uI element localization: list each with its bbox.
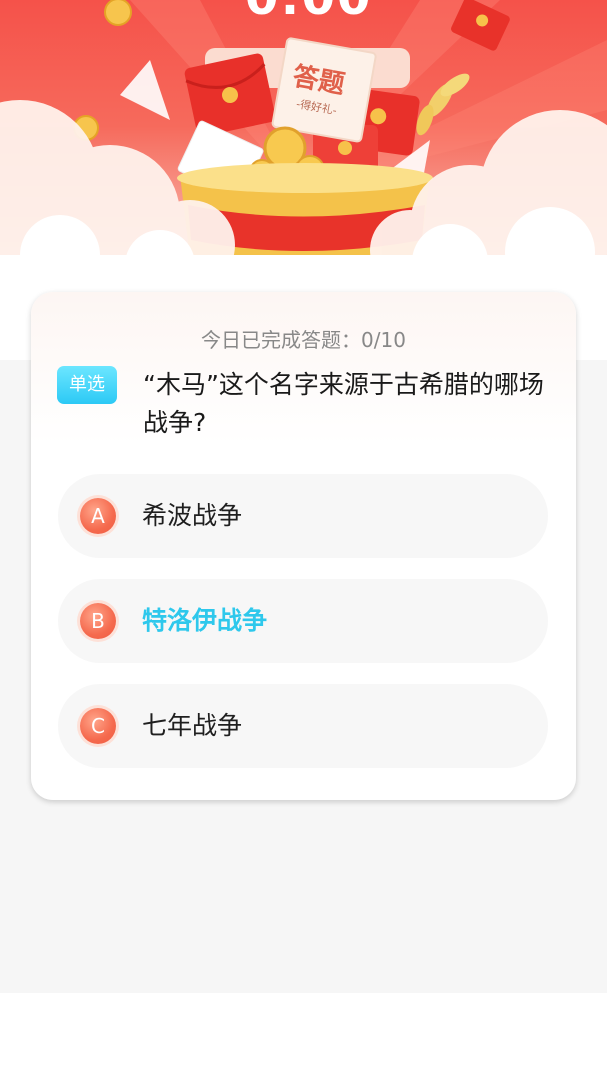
option-c[interactable]: C 七年战争	[58, 684, 548, 768]
option-c-text: 七年战争	[142, 711, 243, 740]
coin-icon	[104, 0, 132, 26]
question-card: 今日已完成答题：0/10 单选 “木马”这个名字来源于古希腊的哪场战争? A 希…	[31, 292, 576, 800]
option-a[interactable]: A 希波战争	[58, 474, 548, 558]
option-letter-c: C	[80, 708, 116, 744]
progress-text: 今日已完成答题：0/10	[201, 328, 406, 352]
option-a-text: 希波战争	[142, 501, 243, 530]
question-type-badge: 单选	[57, 366, 117, 404]
countdown-timer: 0:00	[245, 0, 372, 26]
option-b[interactable]: B 特洛伊战争	[58, 579, 548, 663]
option-letter-a: A	[80, 498, 116, 534]
option-letter-b: B	[80, 603, 116, 639]
question-text: “木马”这个名字来源于古希腊的哪场战争?	[143, 370, 544, 437]
option-b-text: 特洛伊战争	[142, 606, 268, 635]
